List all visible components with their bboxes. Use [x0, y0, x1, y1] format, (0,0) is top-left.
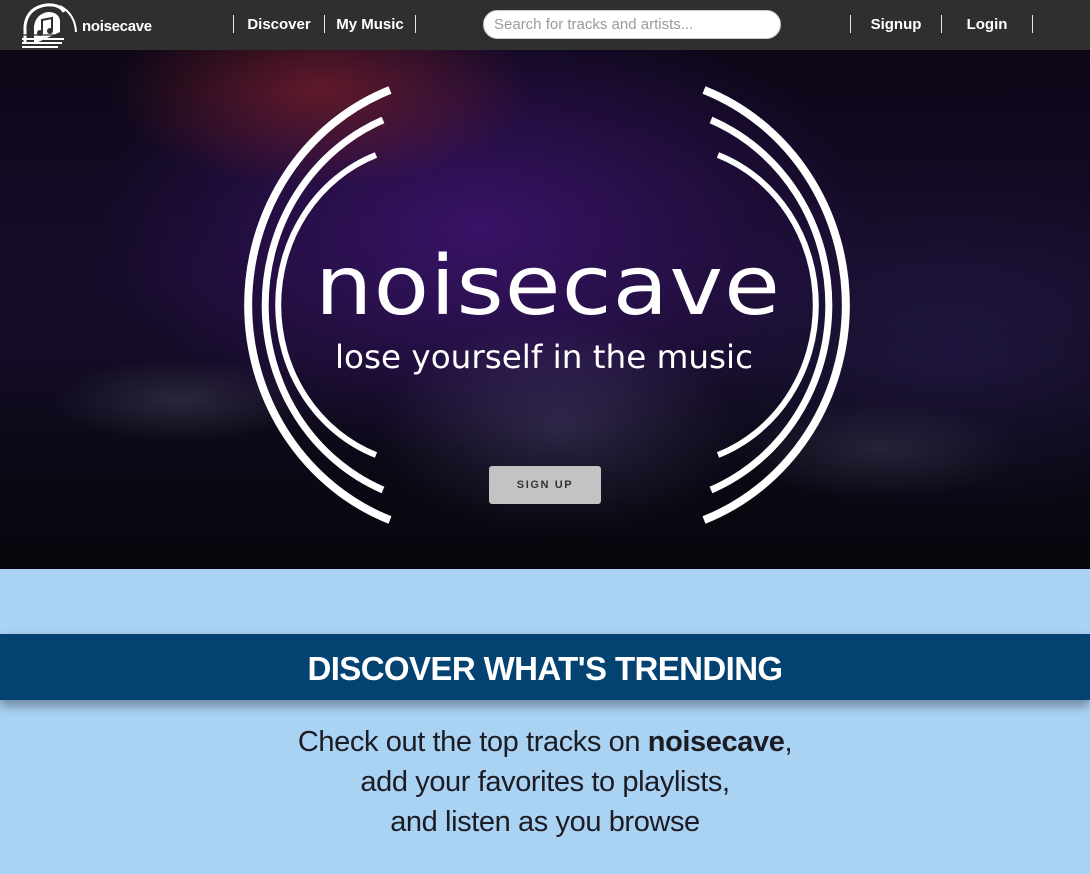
- tagline-line-1: Check out the top tracks on noisecave,: [0, 722, 1090, 762]
- trending-banner: DISCOVER WHAT'S TRENDING: [0, 634, 1090, 700]
- nav-login-link[interactable]: Login: [942, 0, 1032, 50]
- brand-home-link[interactable]: noisecave: [20, 2, 152, 48]
- hero-banner: noisecave lose yourself in the music SIG…: [0, 50, 1090, 569]
- tagline-line-2: add your favorites to playlists,: [360, 766, 730, 798]
- trending-description: Check out the top tracks on noisecave, a…: [0, 722, 1090, 842]
- nav-discover-link[interactable]: Discover: [234, 0, 324, 50]
- tagline-brand-name: noisecave: [647, 726, 785, 758]
- nav-divider: [1032, 15, 1033, 33]
- search-input[interactable]: [483, 10, 781, 39]
- tagline-line-1-text: Check out the top tracks on: [297, 726, 648, 758]
- navbar: noisecave Discover My Music Signup Login: [0, 0, 1090, 50]
- tagline-line-3: and listen as you browse: [390, 806, 700, 838]
- noisecave-logo-icon: [22, 3, 77, 48]
- nav-signup-link[interactable]: Signup: [851, 0, 941, 50]
- hero-logo-title: noisecave: [315, 239, 781, 334]
- trending-heading: DISCOVER WHAT'S TRENDING: [307, 650, 783, 687]
- hero-signup-button[interactable]: SIGN UP: [489, 466, 601, 504]
- tagline-line-1-punctuation: ,: [784, 726, 793, 758]
- brand-name: noisecave: [82, 17, 152, 35]
- hero-logo-tagline: lose yourself in the music: [335, 338, 753, 376]
- nav-my-music-link[interactable]: My Music: [325, 0, 415, 50]
- nav-divider: [415, 15, 416, 33]
